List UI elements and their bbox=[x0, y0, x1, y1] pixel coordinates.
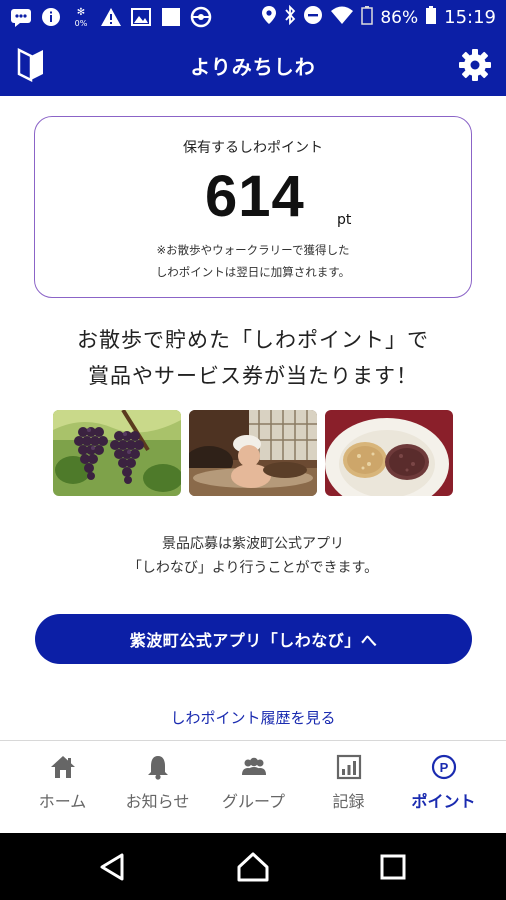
sync-icon bbox=[190, 6, 212, 28]
points-label: 保有するしわポイント bbox=[183, 140, 323, 156]
headline-line1: お散歩で貯めた「しわポイント」で bbox=[77, 328, 429, 352]
headline-line2: 賞品やサービス券が当たります！ bbox=[88, 364, 418, 388]
square-icon bbox=[160, 6, 182, 28]
status-system: 86% 15:19 bbox=[261, 4, 496, 30]
points-value: 614 bbox=[205, 164, 305, 229]
recents-icon[interactable] bbox=[376, 850, 410, 884]
points-note-line1: ※お散歩やウォークラリーで獲得した bbox=[156, 243, 350, 257]
status-bar: ✻ 0% 86% 15:19 bbox=[0, 0, 506, 34]
app-bar: よりみちしわ bbox=[0, 34, 506, 96]
svg-text:P: P bbox=[440, 760, 449, 775]
bottom-nav: ホーム お知らせ グループ 記録 P ポイント bbox=[0, 740, 506, 833]
nav-item-notifications[interactable]: お知らせ bbox=[107, 741, 208, 834]
wifi-icon bbox=[330, 5, 354, 30]
points-history-link[interactable]: しわポイント履歴を見る bbox=[0, 707, 506, 728]
points-unit: pt bbox=[337, 212, 352, 228]
info-icon bbox=[40, 6, 62, 28]
info-line1: 景品応募は紫波町公式アプリ bbox=[162, 536, 344, 552]
nav-item-records[interactable]: 記録 bbox=[298, 741, 399, 834]
point-icon: P bbox=[430, 753, 458, 781]
grapes-photo bbox=[53, 410, 181, 496]
battery-icon bbox=[425, 5, 437, 30]
sweets-photo bbox=[325, 410, 453, 496]
app-title: よりみちしわ bbox=[190, 55, 316, 79]
image-icon bbox=[130, 6, 152, 28]
points-note: ※お散歩やウォークラリーで獲得した しわポイントは翌日に加算されます。 bbox=[35, 239, 471, 283]
headline: お散歩で貯めた「しわポイント」で 賞品やサービス券が当たります！ bbox=[0, 322, 506, 394]
nav-label-home: ホーム bbox=[38, 792, 87, 811]
home-icon bbox=[49, 753, 77, 781]
hot-spring-photo bbox=[189, 410, 317, 496]
svg-text:✻: ✻ bbox=[77, 7, 85, 18]
info-text: 景品応募は紫波町公式アプリ 「しわなび」より行うことができます。 bbox=[0, 532, 506, 580]
nav-label-group: グループ bbox=[221, 792, 286, 811]
system-nav-bar bbox=[0, 833, 506, 900]
info-line2: 「しわなび」より行うことができます。 bbox=[127, 560, 379, 576]
clock: 15:19 bbox=[444, 7, 496, 28]
nav-item-home[interactable]: ホーム bbox=[12, 741, 113, 834]
data-icon: ✻ 0% bbox=[70, 6, 92, 28]
nav-label-points: ポイント bbox=[411, 792, 476, 811]
battery-outline-icon bbox=[361, 5, 374, 30]
chat-icon bbox=[10, 6, 32, 28]
location-icon bbox=[261, 5, 277, 30]
nav-item-group[interactable]: グループ bbox=[203, 741, 304, 834]
warning-icon bbox=[100, 6, 122, 28]
home-circle-icon[interactable] bbox=[236, 850, 270, 884]
chart-icon bbox=[335, 753, 363, 781]
back-icon[interactable] bbox=[96, 850, 130, 884]
points-card: 保有するしわポイント 614 pt ※お散歩やウォークラリーで獲得した しわポイ… bbox=[34, 116, 472, 298]
nav-label-records: 記録 bbox=[332, 792, 365, 811]
gear-icon[interactable] bbox=[457, 47, 493, 83]
group-icon bbox=[240, 753, 268, 781]
battery-percent: 86% bbox=[380, 7, 419, 28]
open-shiwanavi-button[interactable]: 紫波町公式アプリ「しわなび」へ bbox=[35, 614, 472, 664]
bluetooth-icon bbox=[284, 4, 296, 30]
dnd-icon bbox=[303, 5, 323, 30]
status-notifications: ✻ 0% bbox=[10, 6, 212, 28]
nav-item-points[interactable]: P ポイント bbox=[393, 741, 494, 834]
nav-label-notifications: お知らせ bbox=[125, 792, 190, 811]
bell-icon bbox=[144, 753, 172, 781]
svg-text:0%: 0% bbox=[75, 19, 88, 28]
points-note-line2: しわポイントは翌日に加算されます。 bbox=[155, 265, 351, 279]
